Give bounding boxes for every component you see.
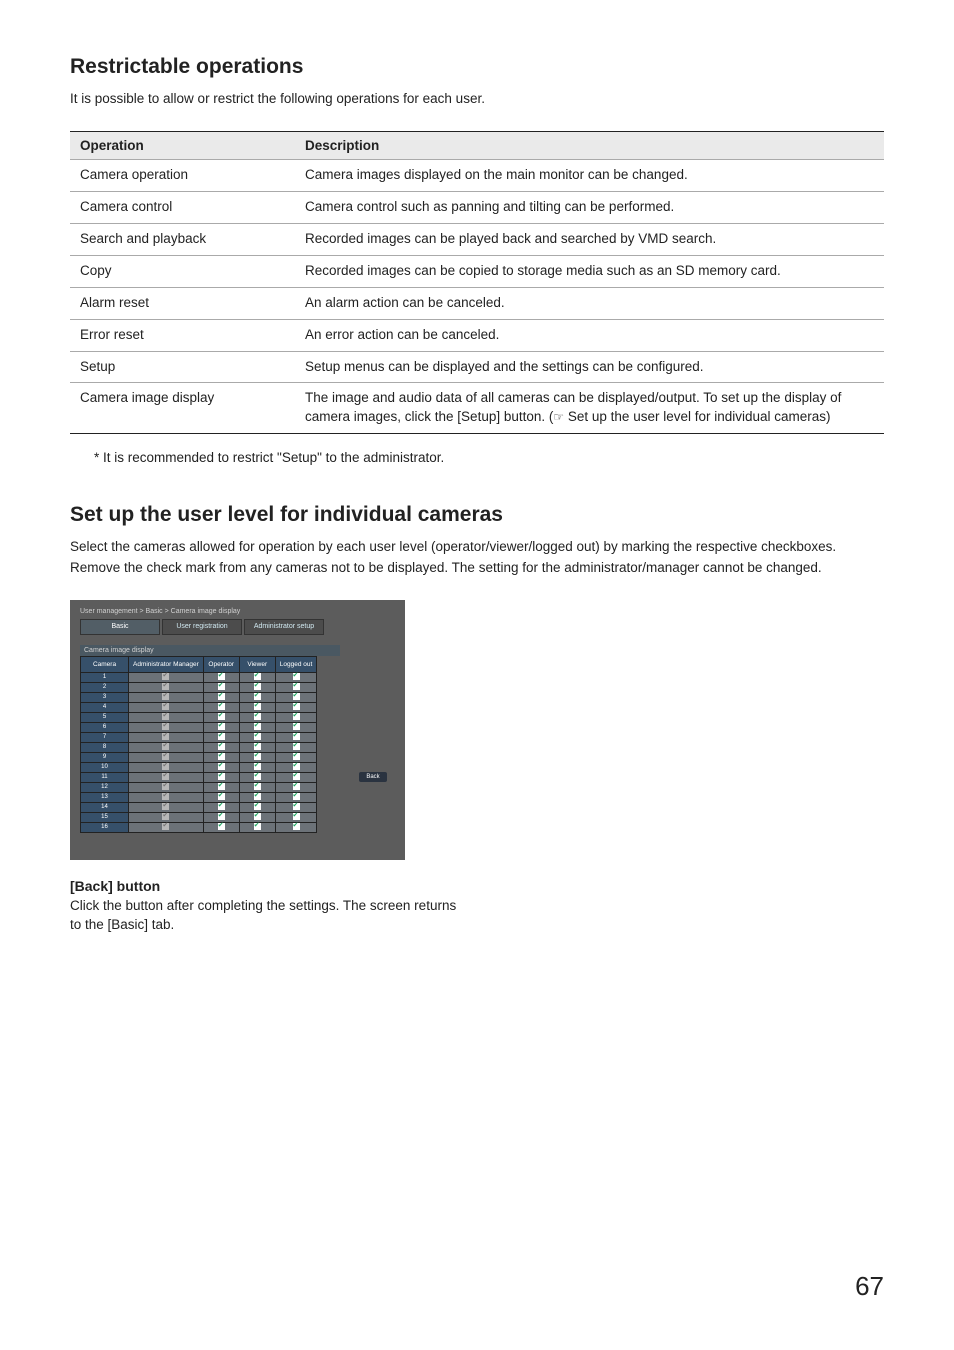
checkbox-operator[interactable] [203,822,239,832]
camera-permissions-table: Camera Administrator Manager Operator Vi… [80,656,317,833]
camera-number: 16 [81,822,129,832]
camera-number: 4 [81,702,129,712]
camera-number: 7 [81,732,129,742]
camera-row: 16 [81,822,317,832]
camera-number: 10 [81,762,129,772]
camera-number: 6 [81,722,129,732]
camera-row: 5 [81,712,317,722]
tab-administrator-setup[interactable]: Administrator setup [244,619,324,635]
table-row: Search and playbackRecorded images can b… [70,224,884,256]
tab-user-registration[interactable]: User registration [162,619,242,635]
desc-text-b: Set up the user level for individual cam… [564,409,830,424]
camera-number: 15 [81,812,129,822]
back-button-heading: [Back] button [70,878,884,894]
camera-row: 10 [81,762,317,772]
embedded-screenshot: User management > Basic > Camera image d… [70,600,405,860]
table-row: Error resetAn error action can be cancel… [70,319,884,351]
footnote: * It is recommended to restrict "Setup" … [94,450,884,465]
camera-row: 8 [81,742,317,752]
table-row: Camera controlCamera control such as pan… [70,192,884,224]
userlevel-intro: Select the cameras allowed for operation… [70,537,884,578]
table-row: CopyRecorded images can be copied to sto… [70,255,884,287]
camera-number: 9 [81,752,129,762]
col-camera: Camera [81,656,129,672]
page-number: 67 [855,1271,884,1302]
restrictable-intro: It is possible to allow or restrict the … [70,89,884,109]
back-button-desc: Click the button after completing the se… [70,896,470,935]
camera-row: 7 [81,732,317,742]
camera-number: 2 [81,682,129,692]
camera-number: 12 [81,782,129,792]
panel-label: Camera image display [80,645,340,656]
camera-number: 13 [81,792,129,802]
camera-row: 2 [81,682,317,692]
camera-row: 6 [81,722,317,732]
camera-row: 3 [81,692,317,702]
camera-number: 3 [81,692,129,702]
table-row: SetupSetup menus can be displayed and th… [70,351,884,383]
camera-number: 1 [81,672,129,682]
checkbox-admin [129,822,204,832]
breadcrumb: User management > Basic > Camera image d… [80,608,395,615]
camera-number: 5 [81,712,129,722]
reference-icon: ☞ [553,409,564,426]
camera-row: 9 [81,752,317,762]
checkbox-viewer[interactable] [239,822,275,832]
checkbox-loggedout[interactable] [275,822,317,832]
camera-row: 12 [81,782,317,792]
camera-row: 1 [81,672,317,682]
camera-number: 11 [81,772,129,782]
table-row: Camera image display The image and audio… [70,383,884,434]
operations-table: Operation Description Camera operationCa… [70,131,884,434]
camera-row: 15 [81,812,317,822]
col-operation: Operation [70,132,295,160]
camera-row: 14 [81,802,317,812]
back-button[interactable]: Back [359,772,387,782]
table-row: Camera operationCamera images displayed … [70,160,884,192]
userlevel-title: Set up the user level for individual cam… [70,503,884,527]
camera-row: 11 [81,772,317,782]
camera-row: 4 [81,702,317,712]
col-description: Description [295,132,884,160]
table-row: Alarm resetAn alarm action can be cancel… [70,287,884,319]
camera-row: 13 [81,792,317,802]
restrictable-title: Restrictable operations [70,55,884,79]
tab-basic[interactable]: Basic [80,619,160,635]
camera-number: 14 [81,802,129,812]
camera-number: 8 [81,742,129,752]
